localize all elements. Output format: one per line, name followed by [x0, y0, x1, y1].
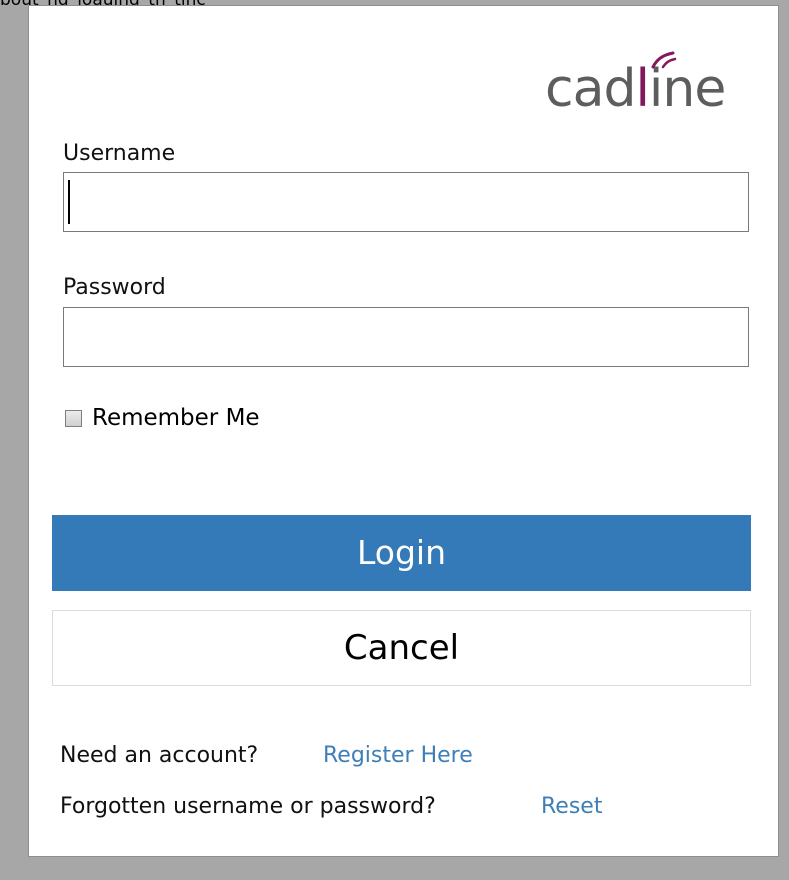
- username-label: Username: [63, 141, 176, 166]
- logo-text-start: cad: [545, 59, 636, 119]
- cadline-logo: cadline: [545, 54, 726, 124]
- cancel-button[interactable]: Cancel: [52, 610, 751, 686]
- password-field-box[interactable]: [63, 307, 749, 367]
- username-field-box[interactable]: [63, 172, 749, 232]
- password-input[interactable]: [64, 308, 748, 366]
- login-dialog: cadline Username Password Remember Me Lo…: [28, 5, 779, 857]
- need-account-text: Need an account?: [60, 743, 259, 768]
- logo-swoosh-icon: [651, 51, 677, 69]
- text-caret: [68, 180, 70, 224]
- forgotten-credentials-text: Forgotten username or password?: [60, 794, 436, 819]
- remember-me-label[interactable]: Remember Me: [92, 404, 260, 432]
- password-label: Password: [63, 275, 166, 300]
- remember-me-checkbox[interactable]: [65, 410, 82, 427]
- register-here-link[interactable]: Register Here: [323, 742, 473, 770]
- login-button[interactable]: Login: [52, 515, 751, 591]
- username-input[interactable]: [64, 173, 748, 231]
- reset-link[interactable]: Reset: [541, 793, 602, 821]
- logo-accent-letter: l: [635, 59, 649, 119]
